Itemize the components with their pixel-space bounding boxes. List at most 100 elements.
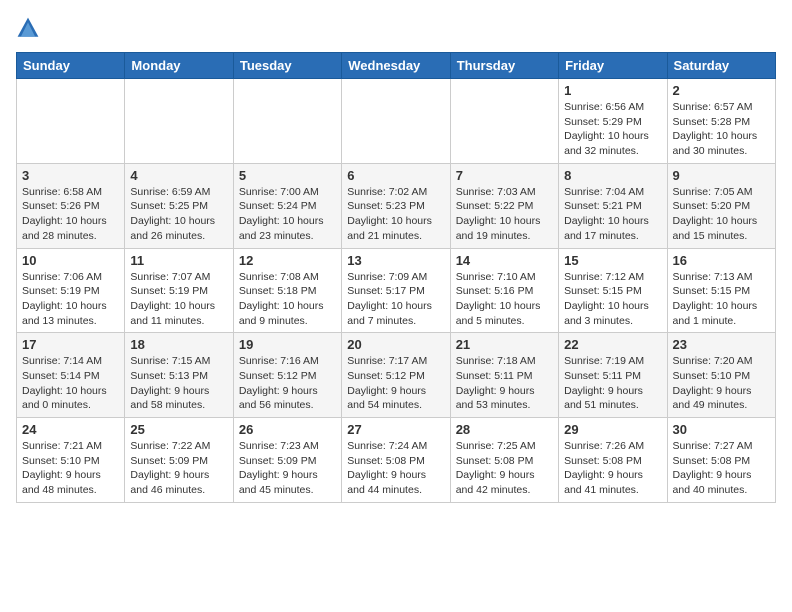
calendar-cell: 13 Sunrise: 7:09 AM Sunset: 5:17 PM Dayli… <box>342 248 450 333</box>
day-number: 24 <box>22 422 119 437</box>
page-header <box>16 16 776 40</box>
day-info: Sunrise: 7:03 AM Sunset: 5:22 PM Dayligh… <box>456 185 553 244</box>
day-number: 20 <box>347 337 444 352</box>
weekday-header-saturday: Saturday <box>667 53 775 79</box>
day-info: Sunrise: 7:12 AM Sunset: 5:15 PM Dayligh… <box>564 270 661 329</box>
day-info: Sunrise: 7:25 AM Sunset: 5:08 PM Dayligh… <box>456 439 553 498</box>
day-number: 18 <box>130 337 227 352</box>
day-number: 14 <box>456 253 553 268</box>
day-info: Sunrise: 7:23 AM Sunset: 5:09 PM Dayligh… <box>239 439 336 498</box>
calendar-week-row: 17 Sunrise: 7:14 AM Sunset: 5:14 PM Dayli… <box>17 333 776 418</box>
calendar-cell: 30Sunrise: 7:27 AM Sunset: 5:08 PM Dayli… <box>667 418 775 503</box>
day-info: Sunrise: 6:56 AM Sunset: 5:29 PM Dayligh… <box>564 100 661 159</box>
calendar-cell: 5 Sunrise: 7:00 AM Sunset: 5:24 PM Daylig… <box>233 163 341 248</box>
day-info: Sunrise: 7:09 AM Sunset: 5:17 PM Dayligh… <box>347 270 444 329</box>
calendar-cell: 1 Sunrise: 6:56 AM Sunset: 5:29 PM Daylig… <box>559 79 667 164</box>
calendar-cell: 14 Sunrise: 7:10 AM Sunset: 5:16 PM Dayli… <box>450 248 558 333</box>
day-info: Sunrise: 7:21 AM Sunset: 5:10 PM Dayligh… <box>22 439 119 498</box>
day-info: Sunrise: 7:06 AM Sunset: 5:19 PM Dayligh… <box>22 270 119 329</box>
day-info: Sunrise: 7:20 AM Sunset: 5:10 PM Dayligh… <box>673 354 770 413</box>
calendar-cell: 20 Sunrise: 7:17 AM Sunset: 5:12 PM Dayli… <box>342 333 450 418</box>
calendar-cell: 10Sunrise: 7:06 AM Sunset: 5:19 PM Dayli… <box>17 248 125 333</box>
day-info: Sunrise: 7:00 AM Sunset: 5:24 PM Dayligh… <box>239 185 336 244</box>
calendar-cell: 8 Sunrise: 7:04 AM Sunset: 5:21 PM Daylig… <box>559 163 667 248</box>
calendar-cell: 3 Sunrise: 6:58 AM Sunset: 5:26 PM Daylig… <box>17 163 125 248</box>
calendar-week-row: 24 Sunrise: 7:21 AM Sunset: 5:10 PM Dayli… <box>17 418 776 503</box>
calendar-cell: 21Sunrise: 7:18 AM Sunset: 5:11 PM Dayli… <box>450 333 558 418</box>
calendar-cell: 15 Sunrise: 7:12 AM Sunset: 5:15 PM Dayli… <box>559 248 667 333</box>
logo <box>16 16 44 40</box>
day-number: 29 <box>564 422 661 437</box>
day-number: 22 <box>564 337 661 352</box>
day-number: 25 <box>130 422 227 437</box>
day-info: Sunrise: 7:13 AM Sunset: 5:15 PM Dayligh… <box>673 270 770 329</box>
calendar-cell: 4Sunrise: 6:59 AM Sunset: 5:25 PM Daylig… <box>125 163 233 248</box>
calendar-cell: 11 Sunrise: 7:07 AM Sunset: 5:19 PM Dayli… <box>125 248 233 333</box>
weekday-header-tuesday: Tuesday <box>233 53 341 79</box>
calendar-cell: 19Sunrise: 7:16 AM Sunset: 5:12 PM Dayli… <box>233 333 341 418</box>
day-number: 27 <box>347 422 444 437</box>
day-info: Sunrise: 7:16 AM Sunset: 5:12 PM Dayligh… <box>239 354 336 413</box>
day-number: 13 <box>347 253 444 268</box>
calendar-week-row: 1 Sunrise: 6:56 AM Sunset: 5:29 PM Daylig… <box>17 79 776 164</box>
day-info: Sunrise: 7:26 AM Sunset: 5:08 PM Dayligh… <box>564 439 661 498</box>
day-number: 16 <box>673 253 770 268</box>
day-number: 5 <box>239 168 336 183</box>
day-info: Sunrise: 7:19 AM Sunset: 5:11 PM Dayligh… <box>564 354 661 413</box>
calendar-cell: 17 Sunrise: 7:14 AM Sunset: 5:14 PM Dayli… <box>17 333 125 418</box>
day-number: 7 <box>456 168 553 183</box>
day-info: Sunrise: 7:17 AM Sunset: 5:12 PM Dayligh… <box>347 354 444 413</box>
calendar-cell <box>125 79 233 164</box>
day-info: Sunrise: 6:58 AM Sunset: 5:26 PM Dayligh… <box>22 185 119 244</box>
weekday-header-row: SundayMondayTuesdayWednesdayThursdayFrid… <box>17 53 776 79</box>
calendar-week-row: 10Sunrise: 7:06 AM Sunset: 5:19 PM Dayli… <box>17 248 776 333</box>
day-info: Sunrise: 7:10 AM Sunset: 5:16 PM Dayligh… <box>456 270 553 329</box>
day-number: 2 <box>673 83 770 98</box>
day-number: 15 <box>564 253 661 268</box>
day-number: 8 <box>564 168 661 183</box>
day-info: Sunrise: 7:07 AM Sunset: 5:19 PM Dayligh… <box>130 270 227 329</box>
calendar-table: SundayMondayTuesdayWednesdayThursdayFrid… <box>16 52 776 503</box>
calendar-cell: 29 Sunrise: 7:26 AM Sunset: 5:08 PM Dayli… <box>559 418 667 503</box>
weekday-header-friday: Friday <box>559 53 667 79</box>
calendar-cell <box>342 79 450 164</box>
weekday-header-sunday: Sunday <box>17 53 125 79</box>
calendar-cell: 9 Sunrise: 7:05 AM Sunset: 5:20 PM Daylig… <box>667 163 775 248</box>
calendar-cell: 2 Sunrise: 6:57 AM Sunset: 5:28 PM Daylig… <box>667 79 775 164</box>
calendar-cell: 23 Sunrise: 7:20 AM Sunset: 5:10 PM Dayli… <box>667 333 775 418</box>
calendar-cell: 6 Sunrise: 7:02 AM Sunset: 5:23 PM Daylig… <box>342 163 450 248</box>
calendar-cell <box>450 79 558 164</box>
calendar-cell <box>233 79 341 164</box>
weekday-header-thursday: Thursday <box>450 53 558 79</box>
calendar-cell: 7 Sunrise: 7:03 AM Sunset: 5:22 PM Daylig… <box>450 163 558 248</box>
day-number: 12 <box>239 253 336 268</box>
day-number: 26 <box>239 422 336 437</box>
day-info: Sunrise: 7:02 AM Sunset: 5:23 PM Dayligh… <box>347 185 444 244</box>
calendar-cell <box>17 79 125 164</box>
day-info: Sunrise: 7:18 AM Sunset: 5:11 PM Dayligh… <box>456 354 553 413</box>
day-info: Sunrise: 7:04 AM Sunset: 5:21 PM Dayligh… <box>564 185 661 244</box>
day-number: 11 <box>130 253 227 268</box>
calendar-week-row: 3 Sunrise: 6:58 AM Sunset: 5:26 PM Daylig… <box>17 163 776 248</box>
calendar-cell: 27 Sunrise: 7:24 AM Sunset: 5:08 PM Dayli… <box>342 418 450 503</box>
day-info: Sunrise: 6:59 AM Sunset: 5:25 PM Dayligh… <box>130 185 227 244</box>
day-info: Sunrise: 7:15 AM Sunset: 5:13 PM Dayligh… <box>130 354 227 413</box>
day-info: Sunrise: 7:24 AM Sunset: 5:08 PM Dayligh… <box>347 439 444 498</box>
calendar-cell: 22 Sunrise: 7:19 AM Sunset: 5:11 PM Dayli… <box>559 333 667 418</box>
day-info: Sunrise: 7:05 AM Sunset: 5:20 PM Dayligh… <box>673 185 770 244</box>
day-number: 6 <box>347 168 444 183</box>
day-info: Sunrise: 6:57 AM Sunset: 5:28 PM Dayligh… <box>673 100 770 159</box>
day-number: 23 <box>673 337 770 352</box>
day-number: 9 <box>673 168 770 183</box>
day-number: 17 <box>22 337 119 352</box>
day-number: 28 <box>456 422 553 437</box>
day-number: 1 <box>564 83 661 98</box>
calendar-cell: 28 Sunrise: 7:25 AM Sunset: 5:08 PM Dayli… <box>450 418 558 503</box>
day-info: Sunrise: 7:14 AM Sunset: 5:14 PM Dayligh… <box>22 354 119 413</box>
calendar-cell: 24 Sunrise: 7:21 AM Sunset: 5:10 PM Dayli… <box>17 418 125 503</box>
calendar-cell: 26 Sunrise: 7:23 AM Sunset: 5:09 PM Dayli… <box>233 418 341 503</box>
day-info: Sunrise: 7:08 AM Sunset: 5:18 PM Dayligh… <box>239 270 336 329</box>
calendar-cell: 12 Sunrise: 7:08 AM Sunset: 5:18 PM Dayli… <box>233 248 341 333</box>
day-number: 3 <box>22 168 119 183</box>
weekday-header-wednesday: Wednesday <box>342 53 450 79</box>
